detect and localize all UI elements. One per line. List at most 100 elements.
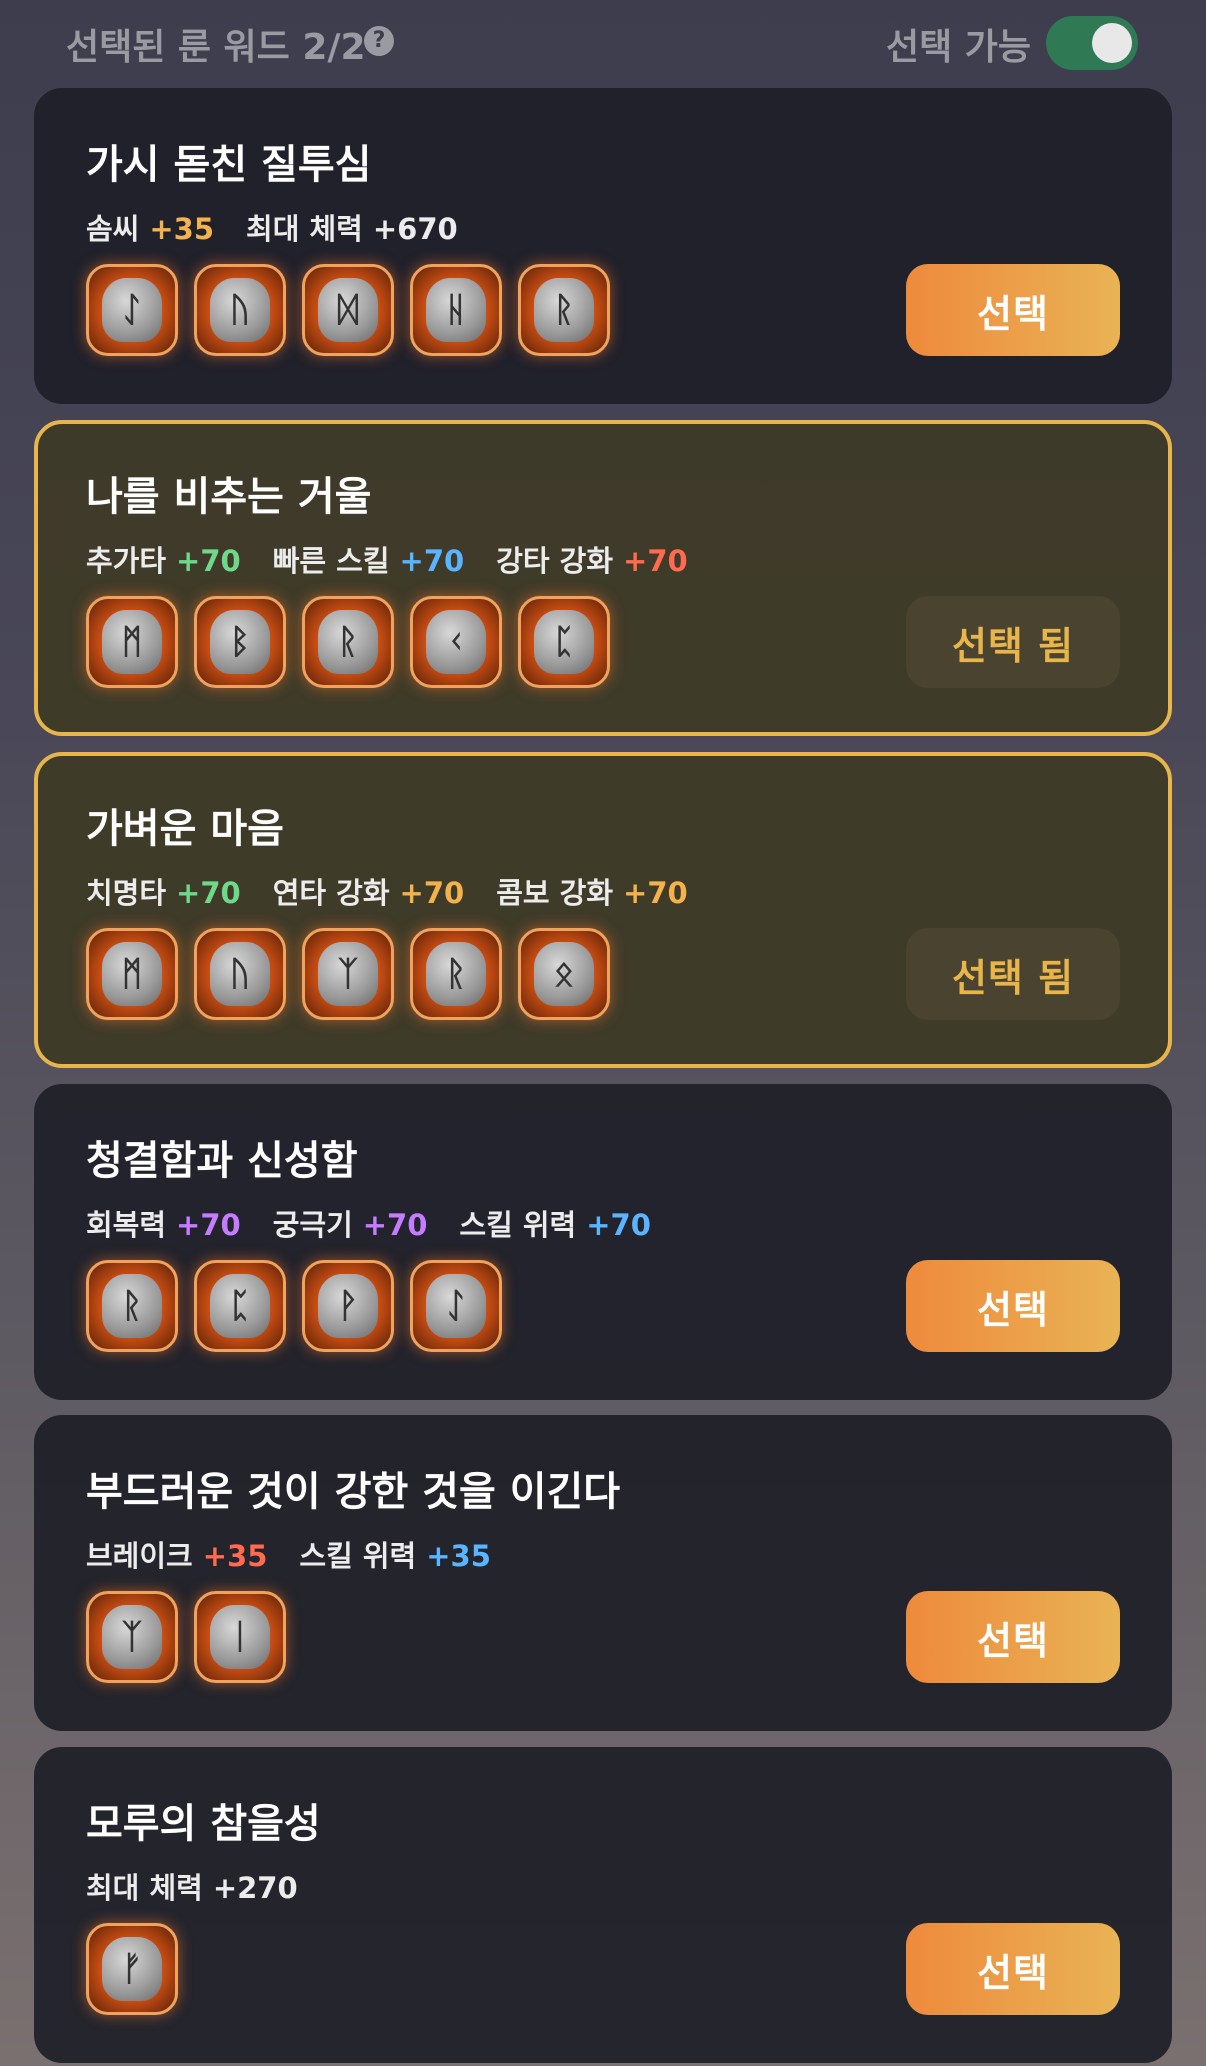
rune-stone-icon[interactable]: ᚹ xyxy=(302,1260,394,1352)
rune-glyph: ᛇ xyxy=(426,1274,486,1338)
rune-stone-icon[interactable]: ᛇ xyxy=(410,1260,502,1352)
stat-name: 콤보 강화 xyxy=(496,876,614,910)
runeword-card: 부드러운 것이 강한 것을 이긴다브레이크 +35 스킬 위력 +35 ᛉ ᛁ 선택 xyxy=(34,1415,1172,1731)
rune-glyph: ᛗ xyxy=(102,942,162,1006)
select-button[interactable]: 선택 xyxy=(906,1923,1120,2015)
rune-glyph: ᛈ xyxy=(210,1274,270,1338)
runeword-title: 청결함과 신성함 xyxy=(86,1138,358,1184)
rune-glyph: ᛟ xyxy=(534,942,594,1006)
rune-slots: ᛇᚢᛞᚺᚱ xyxy=(86,264,610,356)
stat-item: 궁극기 +70 xyxy=(273,1208,428,1242)
rune-glyph: ᚱ xyxy=(102,1274,162,1338)
stat-value: +35 xyxy=(426,1539,491,1573)
header-bar: 선택된 룬 워드 2/2 ? 선택 가능 xyxy=(0,0,1206,88)
stat-value: +70 xyxy=(176,1208,241,1242)
select-button[interactable]: 선택 xyxy=(906,264,1120,356)
stat-item: 치명타 +70 xyxy=(86,876,241,910)
rune-glyph: ᛈ xyxy=(534,610,594,674)
stat-item: 빠른 스킬 +70 xyxy=(273,544,464,578)
stat-name: 최대 체력 xyxy=(86,1871,203,1905)
rune-stone-icon[interactable]: ᛞ xyxy=(302,264,394,356)
runeword-title: 부드러운 것이 강한 것을 이긴다 xyxy=(86,1469,621,1515)
rune-glyph: ᚱ xyxy=(426,942,486,1006)
stat-name: 궁극기 xyxy=(272,1208,353,1242)
stat-value: +70 xyxy=(176,544,241,578)
rune-stone-icon[interactable]: ᚱ xyxy=(302,596,394,688)
rune-stone-icon[interactable]: ᚢ xyxy=(194,264,286,356)
selected-runeword-count: 선택된 룬 워드 2/2 xyxy=(66,27,366,68)
rune-stone-icon[interactable]: ᚱ xyxy=(86,1260,178,1352)
stat-name: 최대 체력 xyxy=(246,212,363,246)
stat-name: 연타 강화 xyxy=(272,876,390,910)
stat-list: 최대 체력 +270 xyxy=(86,1865,330,1907)
runeword-card: 가시 돋친 질투심솜씨 +35 최대 체력 +670 ᛇ ᚢ ᛞ ᚺ ᚱ 선택 xyxy=(34,88,1172,404)
rune-stone-icon[interactable]: ᛟ xyxy=(518,928,610,1020)
stat-list: 브레이크 +35 스킬 위력 +35 xyxy=(86,1533,523,1575)
selected-button[interactable]: 선택 됨 xyxy=(906,596,1120,688)
rune-stone-icon[interactable]: ᚠ xyxy=(86,1923,178,2015)
stat-item: 스킬 위력 +70 xyxy=(459,1208,650,1242)
rune-stone-icon[interactable]: ᛇ xyxy=(86,264,178,356)
runeword-title: 가시 돋친 질투심 xyxy=(86,142,372,188)
rune-slots: ᛗᛒᚱᚲᛈ xyxy=(86,596,610,688)
rune-stone-icon[interactable]: ᛉ xyxy=(302,928,394,1020)
stat-name: 솜씨 xyxy=(86,212,140,246)
rune-glyph: ᛞ xyxy=(318,278,378,342)
stat-name: 스킬 위력 xyxy=(299,1539,417,1573)
select-button[interactable]: 선택 xyxy=(906,1260,1120,1352)
runeword-title: 가벼운 마음 xyxy=(86,806,284,852)
rune-glyph: ᚱ xyxy=(534,278,594,342)
selected-button[interactable]: 선택 됨 xyxy=(906,928,1120,1020)
rune-glyph: ᚹ xyxy=(318,1274,378,1338)
stat-item: 추가타 +70 xyxy=(86,544,241,578)
available-toggle[interactable] xyxy=(1046,16,1138,70)
stat-name: 스킬 위력 xyxy=(459,1208,577,1242)
rune-stone-icon[interactable]: ᛉ xyxy=(86,1591,178,1683)
rune-stone-icon[interactable]: ᛈ xyxy=(518,596,610,688)
stat-value: +70 xyxy=(399,876,465,910)
rune-glyph: ᛁ xyxy=(210,1605,270,1669)
stat-value: +270 xyxy=(212,1871,298,1905)
stat-item: 최대 체력 +270 xyxy=(86,1871,298,1905)
runeword-card: 가벼운 마음 치명타 +70 연타 강화 +70 콤보 강화 +70 ᛗ ᚢ ᛉ ᚱ ᛟ 선택 됨 xyxy=(34,752,1172,1068)
rune-stone-icon[interactable]: ᚺ xyxy=(410,264,502,356)
rune-glyph: ᛗ xyxy=(102,610,162,674)
available-label: 선택 가능 xyxy=(886,27,1032,68)
rune-slots: ᚠ xyxy=(86,1923,178,2015)
rune-stone-icon[interactable]: ᛒ xyxy=(194,596,286,688)
runeword-card: 모루의 참을성최대 체력 +270 ᚠ 선택 xyxy=(34,1747,1172,2063)
rune-glyph: ᚲ xyxy=(426,610,486,674)
rune-slots: ᛉᛁ xyxy=(86,1591,286,1683)
runeword-title: 모루의 참을성 xyxy=(86,1801,321,1847)
stat-value: +70 xyxy=(586,1208,651,1242)
rune-stone-icon[interactable]: ᚱ xyxy=(410,928,502,1020)
runeword-card: 청결함과 신성함 회복력 +70 궁극기 +70 스킬 위력 +70 ᚱ ᛈ ᚹ ᛇ 선택 xyxy=(34,1084,1172,1400)
stat-value: +70 xyxy=(399,544,465,578)
stat-item: 콤보 강화 +70 xyxy=(496,876,687,910)
rune-glyph: ᚱ xyxy=(318,610,378,674)
stat-value: +70 xyxy=(623,876,688,910)
rune-stone-icon[interactable]: ᛁ xyxy=(194,1591,286,1683)
rune-slots: ᚱᛈᚹᛇ xyxy=(86,1260,502,1352)
help-icon[interactable]: ? xyxy=(364,26,394,56)
runeword-title: 나를 비추는 거울 xyxy=(86,474,372,520)
rune-stone-icon[interactable]: ᚱ xyxy=(518,264,610,356)
rune-stone-icon[interactable]: ᚢ xyxy=(194,928,286,1020)
rune-stone-icon[interactable]: ᛗ xyxy=(86,596,178,688)
rune-stone-icon[interactable]: ᛈ xyxy=(194,1260,286,1352)
rune-slots: ᛗᚢᛉᚱᛟ xyxy=(86,928,610,1020)
toggle-knob xyxy=(1092,23,1132,63)
select-button[interactable]: 선택 xyxy=(906,1591,1120,1683)
stat-item: 최대 체력 +670 xyxy=(246,212,458,246)
stat-name: 치명타 xyxy=(86,876,167,910)
rune-stone-icon[interactable]: ᚲ xyxy=(410,596,502,688)
stat-item: 브레이크 +35 xyxy=(86,1539,267,1573)
rune-stone-icon[interactable]: ᛗ xyxy=(86,928,178,1020)
stat-item: 회복력 +70 xyxy=(86,1208,241,1242)
rune-glyph: ᛇ xyxy=(102,278,162,342)
rune-glyph: ᛉ xyxy=(102,1605,162,1669)
rune-glyph: ᛒ xyxy=(210,610,270,674)
stat-item: 솜씨 +35 xyxy=(86,212,214,246)
rune-glyph: ᚢ xyxy=(210,942,270,1006)
stat-value: +670 xyxy=(372,212,458,246)
